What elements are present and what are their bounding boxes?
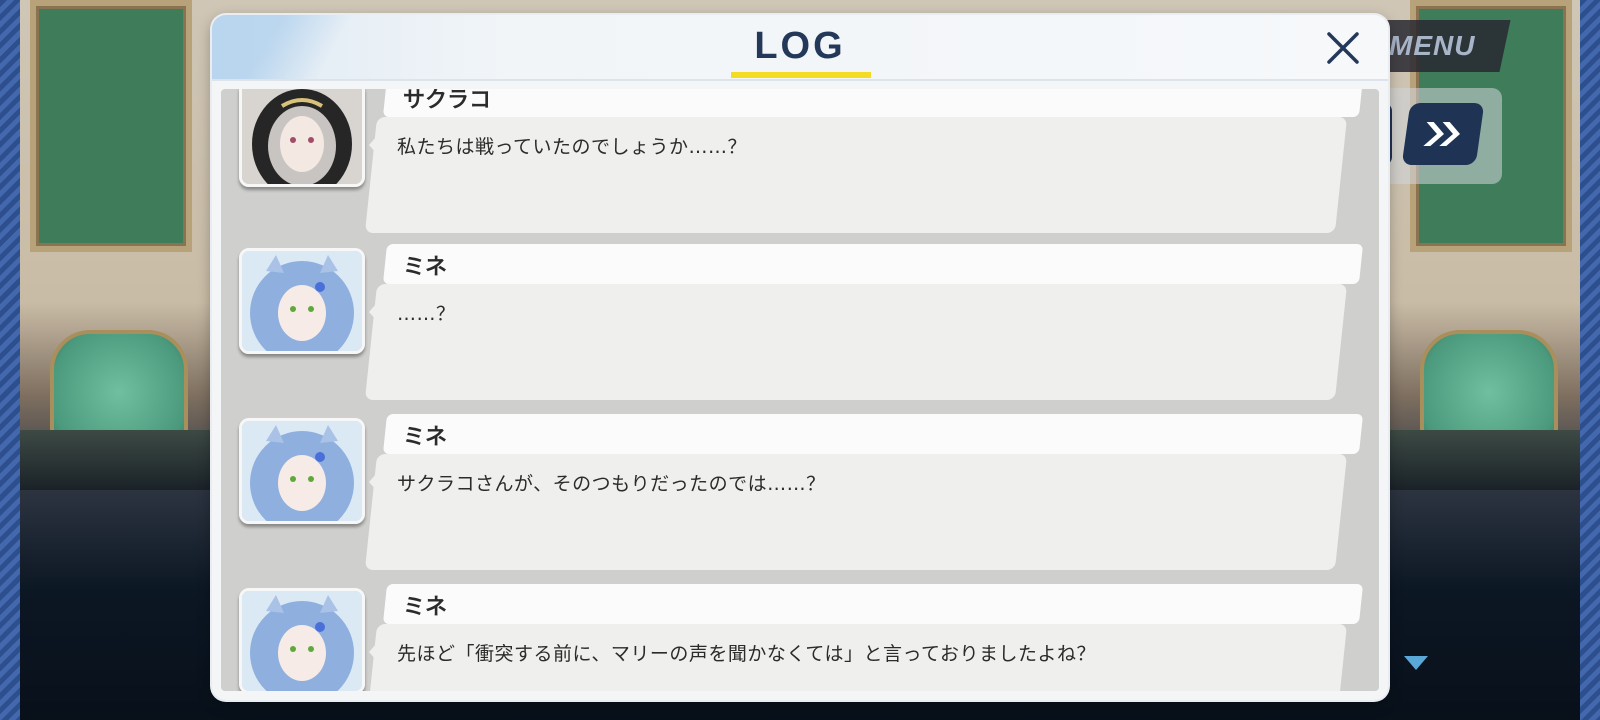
log-list[interactable]: サクラコ 私たちは戦っていたのでしょうか……？ ミネ ……？ ミネ サクラコさん…	[221, 89, 1379, 691]
message-bubble	[364, 284, 1348, 400]
log-header: LOG	[212, 15, 1388, 81]
title-underline	[731, 72, 871, 78]
log-entry: サクラコ 私たちは戦っていたのでしょうか……？	[221, 89, 1379, 237]
log-entry: ミネ 先ほど「衝突する前に、マリーの声を聞かなくては」と言っておりましたよね？	[221, 584, 1379, 691]
table	[20, 430, 220, 490]
double-chevron-right-icon	[1423, 122, 1460, 146]
log-entry: ミネ サクラコさんが、そのつもりだったのでは……？	[221, 414, 1379, 574]
log-entry: ミネ ……？	[221, 244, 1379, 404]
message-text: ……？	[397, 303, 456, 325]
speaker-name-bar	[382, 244, 1364, 284]
speaker-name: サクラコ	[403, 89, 492, 113]
mine-portrait	[239, 248, 365, 354]
speaker-name: ミネ	[403, 425, 448, 450]
close-icon	[1327, 32, 1359, 64]
menu-label: MENU	[1389, 30, 1476, 61]
triangle-down-icon	[1404, 656, 1428, 670]
message-text: サクラコさんが、そのつもりだったのでは……？	[397, 473, 826, 495]
wall-panel	[30, 0, 192, 252]
message-tail	[369, 127, 385, 163]
log-title: LOG	[754, 25, 846, 67]
mine-portrait	[239, 588, 365, 691]
close-button[interactable]	[1320, 25, 1366, 71]
speaker-name-bar	[382, 89, 1364, 117]
message-tail	[369, 294, 385, 330]
sakurako-portrait	[239, 89, 365, 187]
table	[1370, 430, 1580, 490]
speaker-name: ミネ	[403, 595, 448, 620]
speaker-name-bar	[382, 584, 1364, 624]
left-border-stripe	[0, 0, 20, 720]
speaker-name-bar	[382, 414, 1364, 454]
log-window: LOG サクラコ 私たちは戦っていたのでしょうか……？ ミネ ……？ ミネ サク…	[212, 15, 1388, 700]
speaker-name: ミネ	[403, 255, 448, 280]
fast-forward-button[interactable]	[1401, 103, 1485, 165]
message-text: 先ほど「衝突する前に、マリーの声を聞かなくては」と言っておりましたよね？	[397, 643, 1096, 665]
message-tail	[369, 464, 385, 500]
message-tail	[369, 634, 385, 670]
mine-portrait	[239, 418, 365, 524]
right-border-stripe	[1580, 0, 1600, 720]
message-text: 私たちは戦っていたのでしょうか……？	[397, 136, 748, 158]
